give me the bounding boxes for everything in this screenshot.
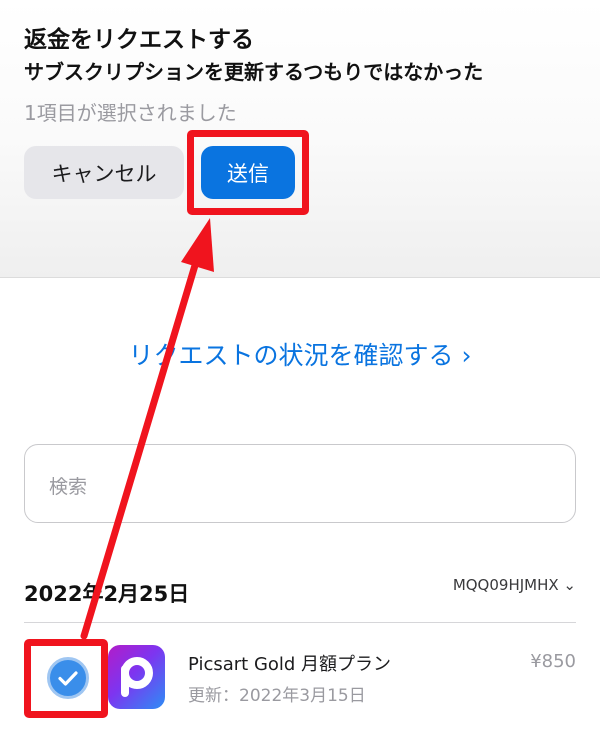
item-name: Picsart Gold 月額プラン xyxy=(188,654,392,675)
search-field[interactable]: 検索 xyxy=(24,444,576,523)
send-button[interactable]: 送信 xyxy=(201,146,295,199)
item-renewal-date: 更新：2022年3月15日 xyxy=(188,686,366,706)
cancel-button[interactable]: キャンセル xyxy=(24,146,184,199)
item-checkbox[interactable] xyxy=(47,657,89,699)
refund-request-panel: 返金をリクエストする サブスクリプションを更新するつもりではなかった 1項目が選… xyxy=(0,0,600,278)
order-id-dropdown[interactable]: MQQ09HJMHX ⌄ xyxy=(453,576,576,594)
request-status-link[interactable]: リクエストの状況を確認する › xyxy=(0,336,600,372)
divider xyxy=(24,622,576,623)
refund-reason: サブスクリプションを更新するつもりではなかった xyxy=(24,60,484,84)
search-placeholder: 検索 xyxy=(49,476,88,498)
checkmark-icon xyxy=(58,671,78,686)
page-title: 返金をリクエストする xyxy=(24,27,254,53)
order-date-heading: 2022年2月25日 xyxy=(24,582,190,606)
picsart-app-icon xyxy=(108,645,165,709)
selection-count: 1項目が選択されました xyxy=(24,101,237,125)
item-price: ¥850 xyxy=(530,651,576,672)
